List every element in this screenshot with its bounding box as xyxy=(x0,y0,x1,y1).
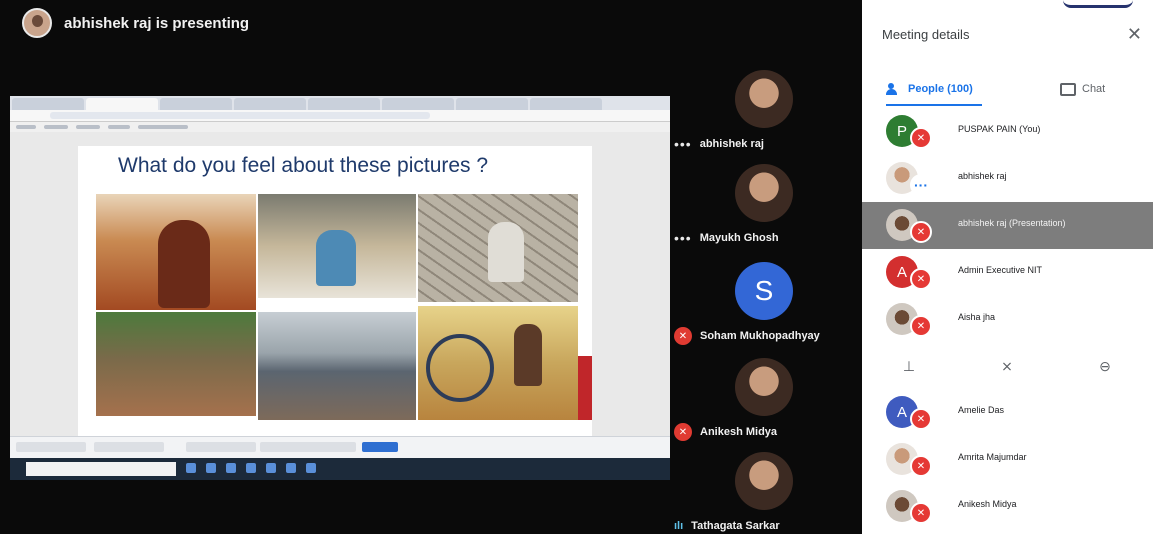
slide-photo-child-labour xyxy=(418,306,578,420)
meeting-details-panel: Meeting details ✕ People (100) Chat P ✕ … xyxy=(862,0,1153,534)
participant-avatar: S xyxy=(735,262,793,320)
mic-off-icon: ✕ xyxy=(674,423,692,441)
presenter-label: abhishek raj is presenting xyxy=(64,14,250,32)
browser-bookmarks-bar xyxy=(10,122,670,132)
panel-header: Meeting details ✕ xyxy=(882,24,1152,50)
slide-title: What do you feel about these pictures ? xyxy=(118,154,489,177)
participant-actions: ⊥ ⨯ ⊖ xyxy=(862,343,1153,389)
slide-accent-bar xyxy=(578,356,592,420)
mic-off-icon[interactable]: ⨯ xyxy=(996,355,1018,377)
participant-avatar xyxy=(735,164,793,222)
tab-people[interactable]: People (100) xyxy=(886,76,973,102)
more-options-icon[interactable]: ••• xyxy=(674,231,692,245)
browser-tabstrip xyxy=(10,96,670,110)
panel-title: Meeting details xyxy=(882,27,970,42)
list-item[interactable]: ··· abhishek raj xyxy=(862,155,1153,202)
presenter-bar: abhishek raj is presenting xyxy=(22,6,249,40)
participant-avatar xyxy=(735,358,793,416)
list-item[interactable]: P ✕ PUSPAK PAIN (You) xyxy=(862,108,1153,155)
close-icon[interactable]: ✕ xyxy=(1127,24,1142,45)
people-list: P ✕ PUSPAK PAIN (You) ··· abhishek raj ✕… xyxy=(862,108,1153,530)
more-options-icon[interactable]: ••• xyxy=(674,137,692,151)
slide-photo-deforestation xyxy=(96,312,256,416)
participant-name-row: ✕ Soham Mukhopadhyay xyxy=(674,326,860,346)
list-item[interactable]: ✕ Amrita Majumdar xyxy=(862,436,1153,483)
participant-avatar xyxy=(735,70,793,128)
participant-tile[interactable]: ••• Mayukh Ghosh xyxy=(674,164,860,256)
mic-off-icon: ✕ xyxy=(910,408,932,430)
mic-off-icon: ✕ xyxy=(674,327,692,345)
participant-tile[interactable]: S ✕ Soham Mukhopadhyay xyxy=(674,262,860,354)
mic-off-icon: ✕ xyxy=(910,221,932,243)
remove-circle-icon[interactable]: ⊖ xyxy=(1094,355,1116,377)
participant-tile[interactable]: ılı Tathagata Sarkar xyxy=(674,452,860,534)
presenter-avatar xyxy=(22,8,52,38)
participant-tile[interactable]: ••• abhishek raj xyxy=(674,70,860,162)
people-icon xyxy=(886,83,902,95)
pin-icon[interactable]: ⊥ xyxy=(898,355,920,377)
list-item[interactable]: A ✕ Admin Executive NIT xyxy=(862,249,1153,296)
pen-scribble xyxy=(1063,0,1133,8)
participant-name-row: ✕ Anikesh Midya xyxy=(674,422,860,442)
participant-avatar xyxy=(735,452,793,510)
slide-photo-polluted-shore xyxy=(258,312,416,420)
participant-name-row: ••• abhishek raj xyxy=(674,136,764,152)
list-item[interactable]: ✕ Aisha jha xyxy=(862,296,1153,343)
mic-off-icon: ✕ xyxy=(910,268,932,290)
mic-off-icon: ✕ xyxy=(910,502,932,524)
participant-name-row: ••• Mayukh Ghosh xyxy=(674,230,779,246)
download-bar xyxy=(10,436,670,458)
mic-off-icon: ✕ xyxy=(910,315,932,337)
more-options-icon[interactable]: ··· xyxy=(910,174,932,196)
tab-chat[interactable]: Chat xyxy=(1060,76,1105,102)
slide-photo-market xyxy=(258,194,416,298)
presentation-slide: What do you feel about these pictures ? xyxy=(78,146,592,436)
browser-address-bar xyxy=(10,110,670,122)
participant-name-row: ılı Tathagata Sarkar xyxy=(674,520,780,532)
mic-off-icon: ✕ xyxy=(910,127,932,149)
chat-icon xyxy=(1060,82,1076,96)
speaking-indicator-icon: ılı xyxy=(674,520,684,532)
panel-tabs: People (100) Chat xyxy=(862,72,1153,106)
list-item[interactable]: ✕ Anikesh Midya xyxy=(862,483,1153,530)
slide-photo-drought-people xyxy=(96,194,256,310)
participant-tile[interactable]: ✕ Anikesh Midya xyxy=(674,358,860,450)
slide-photo-cracked-earth xyxy=(418,194,578,302)
presentation-stage: abhishek raj is presenting What do you f… xyxy=(0,0,862,534)
mic-off-icon: ✕ xyxy=(910,455,932,477)
shared-screen: What do you feel about these pictures ? xyxy=(10,96,670,480)
list-item[interactable]: A ✕ Amelie Das xyxy=(862,389,1153,436)
windows-taskbar xyxy=(10,458,670,480)
list-item[interactable]: ✕ abhishek raj (Presentation) xyxy=(862,202,1153,249)
active-tab-indicator xyxy=(886,104,982,106)
